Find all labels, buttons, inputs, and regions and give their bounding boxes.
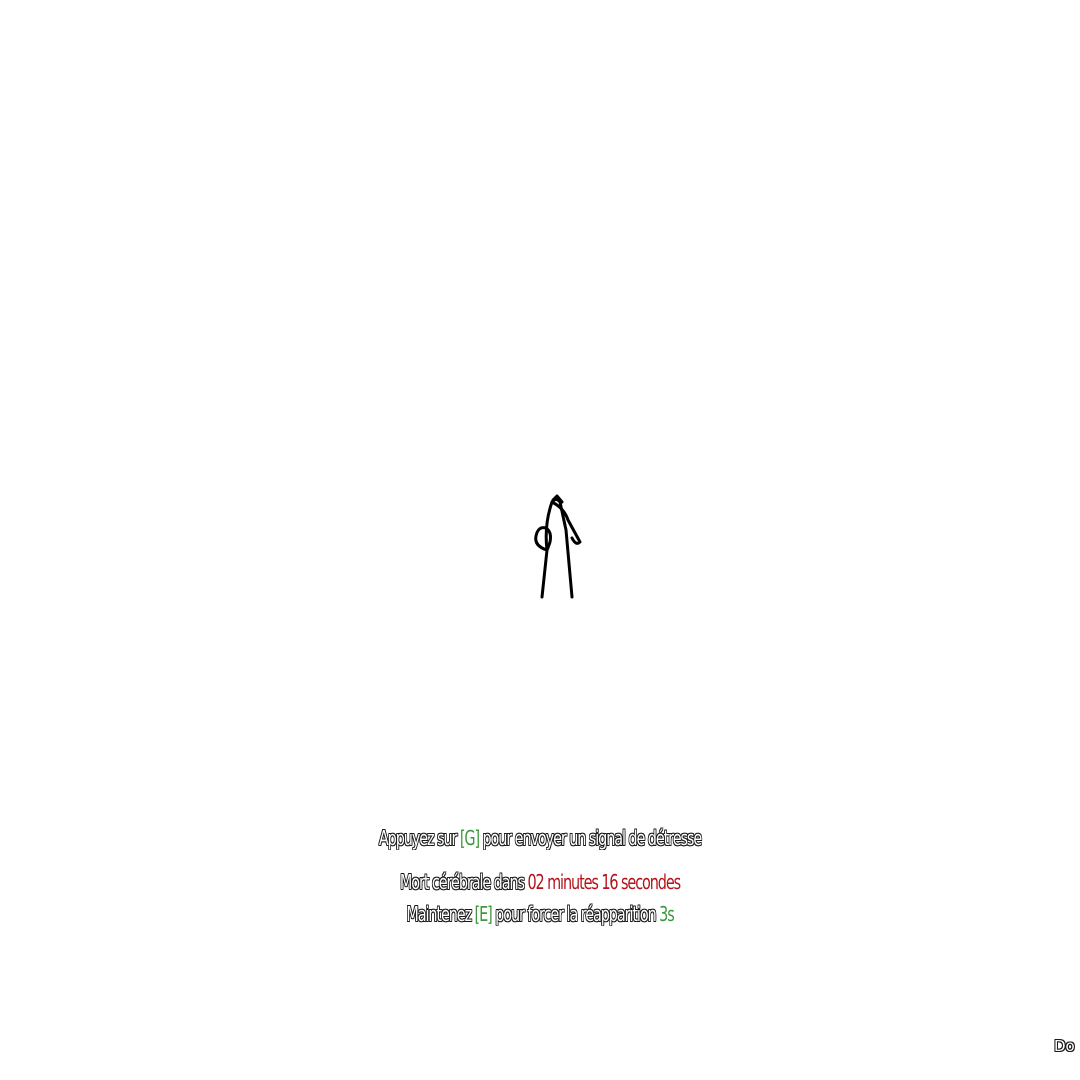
respawn-key-hint: [E]	[474, 902, 493, 926]
force-respawn-prompt: Maintenez [E] pour forcer la réapparitio…	[151, 904, 929, 924]
brain-death-timer: Mort cérébrale dans 02 minutes 16 second…	[151, 872, 929, 892]
respawn-seconds: 3s	[659, 902, 675, 926]
distress-prefix: Appuyez sur	[378, 826, 458, 850]
corner-text: Do	[1054, 1037, 1075, 1055]
distress-signal-prompt: Appuyez sur [G] pour envoyer un signal d…	[151, 828, 929, 848]
death-timer-prefix: Mort cérébrale dans	[399, 870, 525, 894]
respawn-middle: pour forcer la réapparition	[495, 902, 657, 926]
distress-suffix: pour envoyer un signal de détresse	[482, 826, 702, 850]
downed-character-icon	[534, 494, 582, 599]
distress-key-hint: [G]	[459, 826, 480, 850]
respawn-prefix: Maintenez	[406, 902, 472, 926]
death-timer-value: 02 minutes 16 secondes	[527, 870, 681, 894]
